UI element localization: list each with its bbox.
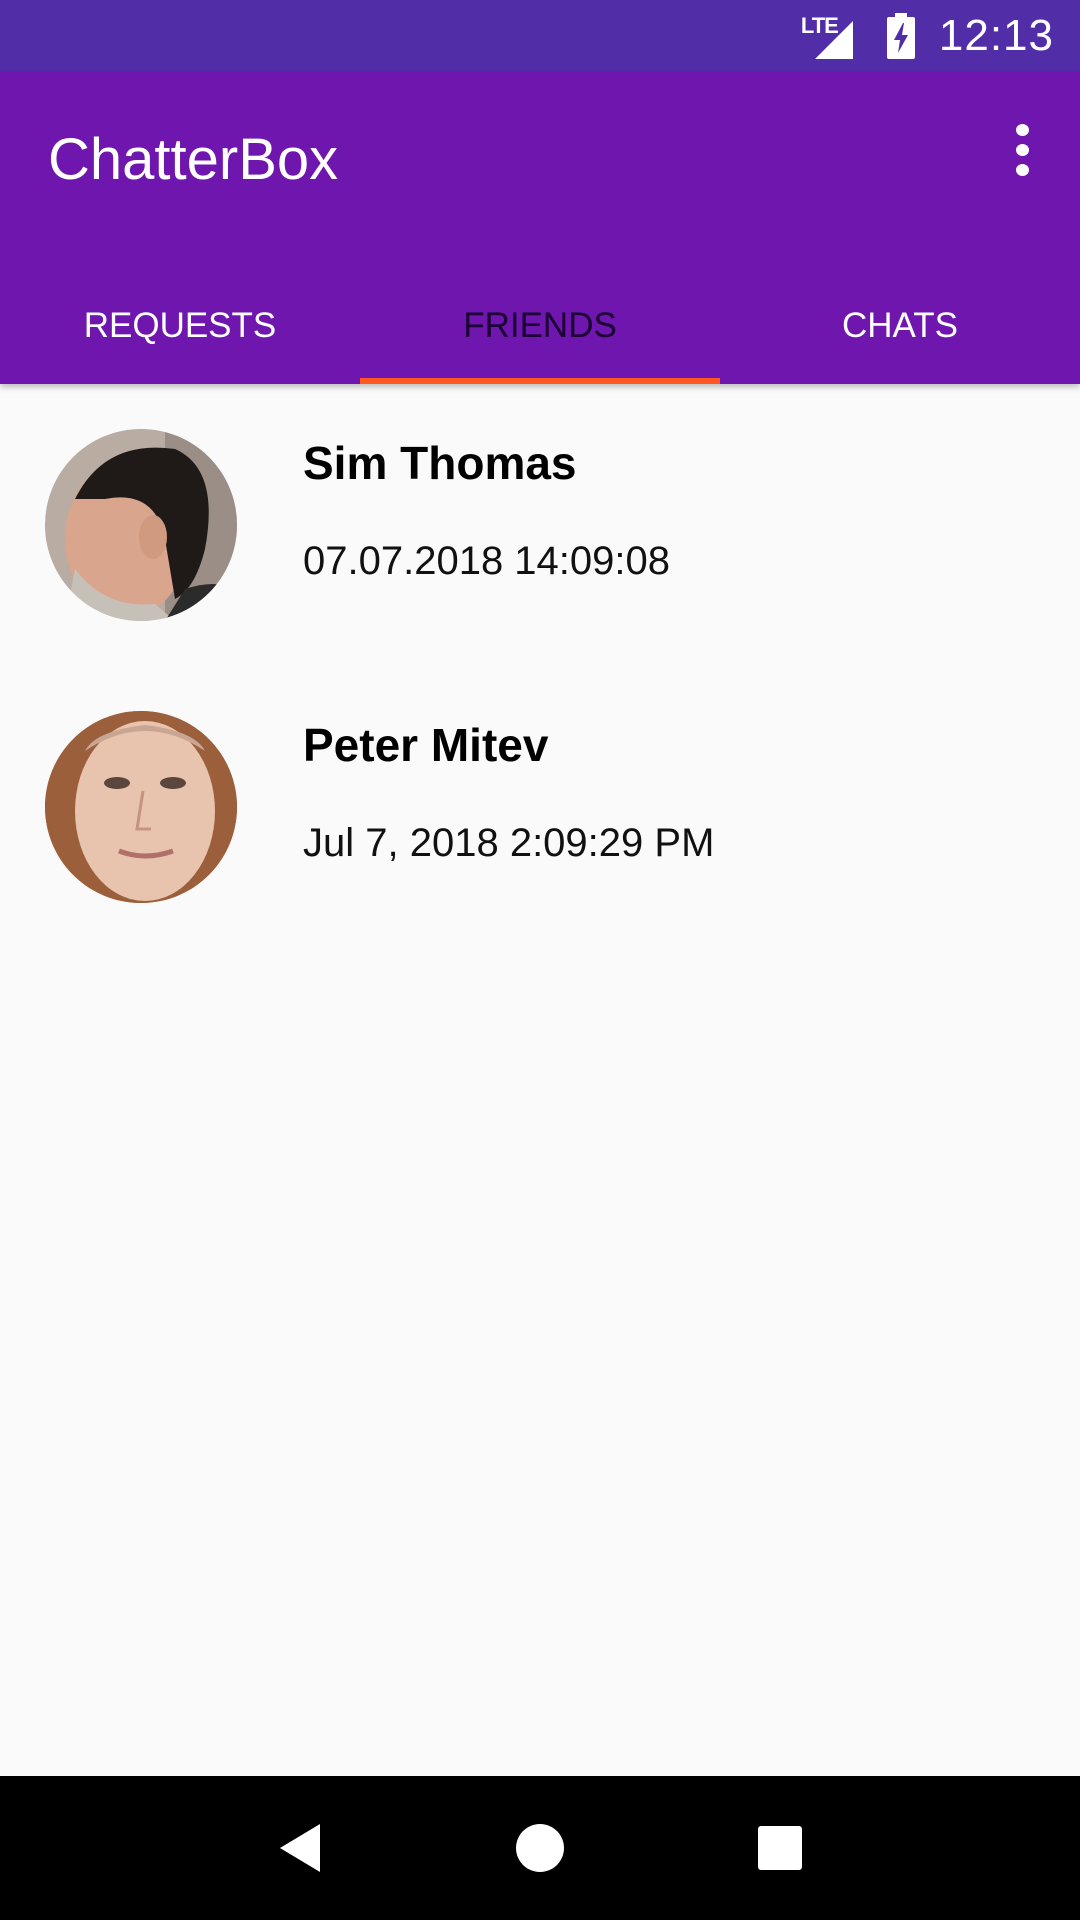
more-vert-icon[interactable] [992, 120, 1052, 180]
status-time: 12:13 [938, 11, 1054, 60]
tab-chats[interactable]: CHATS [720, 267, 1080, 384]
friend-name: Peter Mitev [303, 719, 549, 771]
back-icon[interactable] [270, 1818, 330, 1878]
battery-charging-icon [886, 13, 915, 59]
list-item[interactable]: Peter Mitev Jul 7, 2018 2:09:29 PM [0, 666, 1080, 948]
tab-requests[interactable]: REQUESTS [0, 267, 360, 384]
lte-signal-icon: LTE [801, 13, 861, 59]
navigation-bar [0, 1776, 1080, 1920]
status-bar: LTE 12:13 [0, 0, 1080, 72]
app-title: ChatterBox [48, 127, 339, 192]
friend-date: 07.07.2018 14:09:08 [303, 539, 671, 583]
app-bar: ChatterBox REQUESTS FRIENDS CHATS [0, 72, 1080, 384]
friend-date: Jul 7, 2018 2:09:29 PM [303, 821, 715, 865]
tab-friends[interactable]: FRIENDS [360, 267, 720, 384]
home-icon[interactable] [510, 1818, 570, 1878]
tab-bar: REQUESTS FRIENDS CHATS [0, 267, 1080, 384]
avatar[interactable] [45, 711, 237, 903]
list-item[interactable]: Sim Thomas 07.07.2018 14:09:08 [0, 384, 1080, 666]
friend-name: Sim Thomas [303, 437, 577, 489]
recents-icon[interactable] [750, 1818, 810, 1878]
friend-list: Sim Thomas 07.07.2018 14:09:08 Peter Mit… [0, 384, 1080, 948]
avatar[interactable] [45, 429, 237, 621]
